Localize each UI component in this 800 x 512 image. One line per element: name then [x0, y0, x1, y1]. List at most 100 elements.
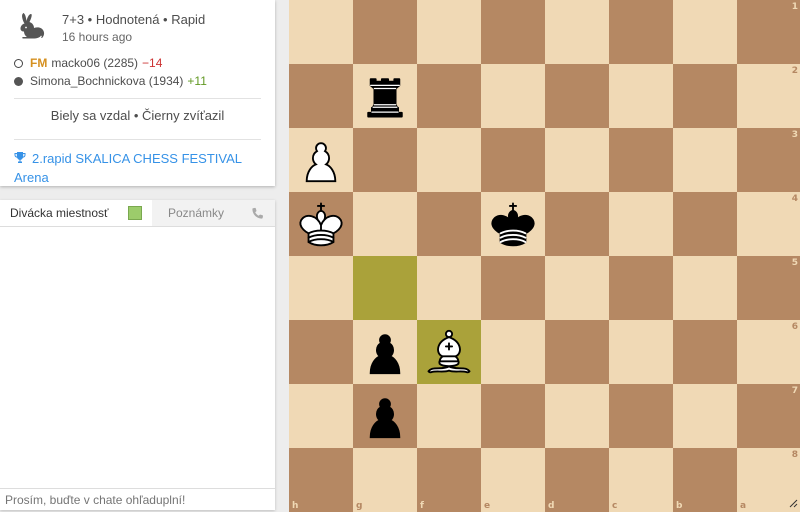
square-h8[interactable]: h — [289, 448, 353, 512]
square-c7[interactable] — [609, 384, 673, 448]
square-g1[interactable] — [353, 0, 417, 64]
rating-diff: −14 — [142, 56, 163, 70]
square-d5[interactable] — [545, 256, 609, 320]
square-h7[interactable] — [289, 384, 353, 448]
square-g5[interactable] — [353, 256, 417, 320]
chat-panel: Divácka miestnosť Poznámky — [0, 200, 275, 510]
white-pawn-piece[interactable] — [293, 132, 349, 188]
square-b5[interactable] — [673, 256, 737, 320]
square-f8[interactable]: f — [417, 448, 481, 512]
rating-diff: +11 — [187, 74, 207, 88]
square-b2[interactable] — [673, 64, 737, 128]
square-d7[interactable] — [545, 384, 609, 448]
square-a4[interactable]: 4 — [737, 192, 800, 256]
trophy-icon — [14, 152, 26, 163]
square-f7[interactable] — [417, 384, 481, 448]
square-h6[interactable] — [289, 320, 353, 384]
square-h5[interactable] — [289, 256, 353, 320]
game-time-ago: 16 hours ago — [62, 30, 133, 44]
square-a6[interactable]: 6 — [737, 320, 800, 384]
chess-board[interactable]: 1234567hgfedcb8a — [289, 0, 800, 512]
black-rook-piece[interactable] — [357, 68, 413, 124]
square-f4[interactable] — [417, 192, 481, 256]
square-d2[interactable] — [545, 64, 609, 128]
square-e5[interactable] — [481, 256, 545, 320]
square-e3[interactable] — [481, 128, 545, 192]
square-h1[interactable] — [289, 0, 353, 64]
square-f6[interactable] — [417, 320, 481, 384]
square-c3[interactable] — [609, 128, 673, 192]
square-b4[interactable] — [673, 192, 737, 256]
square-g2[interactable] — [353, 64, 417, 128]
square-c6[interactable] — [609, 320, 673, 384]
chat-toggle-checkbox[interactable] — [128, 206, 142, 220]
player-black: Simona_Bochnickova (1934) +11 — [14, 72, 261, 90]
tournament-name: 2.rapid SKALICA CHESS FESTIVAL Arena — [14, 151, 242, 185]
square-g7[interactable] — [353, 384, 417, 448]
square-g8[interactable]: g — [353, 448, 417, 512]
square-h2[interactable] — [289, 64, 353, 128]
square-b7[interactable] — [673, 384, 737, 448]
square-c5[interactable] — [609, 256, 673, 320]
square-e6[interactable] — [481, 320, 545, 384]
rank-label: 6 — [791, 322, 798, 332]
square-b6[interactable] — [673, 320, 737, 384]
rank-label: 3 — [791, 130, 798, 140]
square-d4[interactable] — [545, 192, 609, 256]
square-g6[interactable] — [353, 320, 417, 384]
square-d3[interactable] — [545, 128, 609, 192]
square-b8[interactable]: b — [673, 448, 737, 512]
rank-label: 8 — [791, 450, 798, 460]
tab-notes[interactable]: Poznámky — [152, 200, 275, 226]
square-f2[interactable] — [417, 64, 481, 128]
tournament-link[interactable]: 2.rapid SKALICA CHESS FESTIVAL Arena — [14, 140, 261, 187]
square-e7[interactable] — [481, 384, 545, 448]
phone-icon[interactable] — [251, 206, 265, 220]
square-a2[interactable]: 2 — [737, 64, 800, 128]
player-white: FM macko06 (2285) −14 — [14, 54, 261, 72]
game-title: 7+3 • Hodnotená • Rapid — [62, 12, 206, 27]
square-e2[interactable] — [481, 64, 545, 128]
black-pawn-piece[interactable] — [357, 324, 413, 380]
rank-label: 5 — [791, 258, 798, 268]
square-c2[interactable] — [609, 64, 673, 128]
player-white-link[interactable]: macko06 (2285) — [51, 54, 138, 72]
square-e1[interactable] — [481, 0, 545, 64]
square-g4[interactable] — [353, 192, 417, 256]
rabbit-icon — [20, 13, 45, 39]
square-f1[interactable] — [417, 0, 481, 64]
square-a7[interactable]: 7 — [737, 384, 800, 448]
rank-label: 4 — [791, 194, 798, 204]
square-c1[interactable] — [609, 0, 673, 64]
square-e8[interactable]: e — [481, 448, 545, 512]
game-header: 7+3 • Hodnotená • Rapid 16 hours ago — [14, 10, 261, 46]
game-info-card: 7+3 • Hodnotená • Rapid 16 hours ago FM … — [0, 0, 275, 186]
rank-label: 1 — [791, 2, 798, 12]
white-king-piece[interactable] — [293, 196, 349, 252]
square-d8[interactable]: d — [545, 448, 609, 512]
square-f5[interactable] — [417, 256, 481, 320]
square-a3[interactable]: 3 — [737, 128, 800, 192]
chat-input[interactable] — [0, 488, 275, 510]
square-h3[interactable] — [289, 128, 353, 192]
white-bishop-piece[interactable] — [421, 324, 477, 380]
square-d1[interactable] — [545, 0, 609, 64]
rank-label: 7 — [791, 386, 798, 396]
square-a5[interactable]: 5 — [737, 256, 800, 320]
square-d6[interactable] — [545, 320, 609, 384]
square-b3[interactable] — [673, 128, 737, 192]
rank-label: 2 — [791, 66, 798, 76]
square-c8[interactable]: c — [609, 448, 673, 512]
resize-handle-icon[interactable] — [788, 498, 798, 508]
square-b1[interactable] — [673, 0, 737, 64]
square-a1[interactable]: 1 — [737, 0, 800, 64]
square-e4[interactable] — [481, 192, 545, 256]
tab-spectator-room[interactable]: Divácka miestnosť — [0, 200, 152, 226]
black-pawn-piece[interactable] — [357, 388, 413, 444]
square-c4[interactable] — [609, 192, 673, 256]
player-black-link[interactable]: Simona_Bochnickova (1934) — [30, 72, 183, 90]
square-f3[interactable] — [417, 128, 481, 192]
square-g3[interactable] — [353, 128, 417, 192]
square-h4[interactable] — [289, 192, 353, 256]
black-king-piece[interactable] — [485, 196, 541, 252]
